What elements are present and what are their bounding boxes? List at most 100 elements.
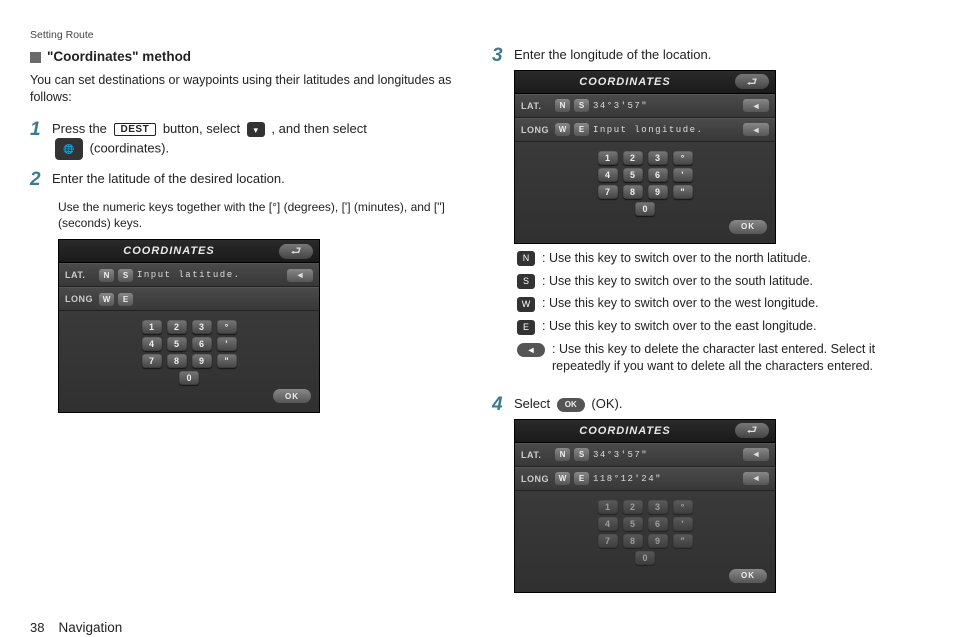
keypad-key-'[interactable]: ' <box>217 337 237 351</box>
keypad-key-0[interactable]: 0 <box>635 551 655 565</box>
device-screen-ok: COORDINATES ⮐ LAT. N S 34°3'57" ◄ LONG <box>514 419 776 593</box>
breadcrumb: Setting Route <box>30 28 924 42</box>
keypad-key-6[interactable]: 6 <box>192 337 212 351</box>
east-key[interactable]: E <box>574 472 589 485</box>
legend-text: : Use this key to switch over to the eas… <box>542 318 924 335</box>
keypad: 123 ° 456 ' 789 " 0 OK <box>59 311 319 412</box>
keypad-key-°[interactable]: ° <box>673 500 693 514</box>
left-column: "Coordinates" method You can set destina… <box>30 46 462 608</box>
ok-button[interactable]: OK <box>729 220 767 234</box>
legend-key-W: W <box>517 297 535 312</box>
footer-section: Navigation <box>58 619 122 637</box>
ok-button[interactable]: OK <box>729 569 767 583</box>
intro-text: You can set destinations or waypoints us… <box>30 72 462 106</box>
west-key[interactable]: W <box>99 293 114 306</box>
step-number: 4 <box>492 395 514 599</box>
keypad-key-5[interactable]: 5 <box>167 337 187 351</box>
legend-text: : Use this key to switch over to the wes… <box>542 295 924 312</box>
keypad-key-0[interactable]: 0 <box>635 202 655 216</box>
keypad: 123 ° 456 ' 789 " 0 OK <box>515 142 775 243</box>
keypad-key-0[interactable]: 0 <box>179 371 199 385</box>
keypad-key-"[interactable]: " <box>673 534 693 548</box>
keypad-key-9[interactable]: 9 <box>648 534 668 548</box>
step-4-text: Select OK (OK). <box>514 395 924 413</box>
north-key[interactable]: N <box>555 448 570 461</box>
two-column-layout: "Coordinates" method You can set destina… <box>30 46 924 608</box>
keypad-key-1[interactable]: 1 <box>598 500 618 514</box>
keypad-key-5[interactable]: 5 <box>623 517 643 531</box>
keypad-key-2[interactable]: 2 <box>623 500 643 514</box>
keypad: 123 ° 456 ' 789 " 0 OK <box>515 491 775 592</box>
east-key[interactable]: E <box>574 123 589 136</box>
keypad-key-"[interactable]: " <box>673 185 693 199</box>
legend-text: : Use this key to switch over to the nor… <box>542 250 924 267</box>
delete-key[interactable]: ◄ <box>743 448 769 461</box>
screen-title: COORDINATES <box>515 425 735 437</box>
keypad-key-'[interactable]: ' <box>673 168 693 182</box>
step-3: 3 Enter the longitude of the location. C… <box>492 46 924 385</box>
lat-row: LAT. N S Input latitude. ◄ <box>59 263 319 287</box>
keypad-key-7[interactable]: 7 <box>598 534 618 548</box>
footer: 38 Navigation <box>30 609 924 637</box>
keypad-key-°[interactable]: ° <box>673 151 693 165</box>
lat-value: 34°3'57" <box>593 101 739 111</box>
legend-key-E: E <box>517 320 535 335</box>
south-key[interactable]: S <box>574 448 589 461</box>
screen-title: COORDINATES <box>515 76 735 88</box>
east-key[interactable]: E <box>118 293 133 306</box>
delete-key[interactable]: ◄ <box>743 123 769 136</box>
device-screen-latitude: COORDINATES ⮐ LAT. N S Input latitude. ◄… <box>58 239 320 413</box>
delete-key[interactable]: ◄ <box>287 269 313 282</box>
legend-key-◄: ◄ <box>517 343 545 357</box>
keypad-key-3[interactable]: 3 <box>648 500 668 514</box>
north-key[interactable]: N <box>555 99 570 112</box>
north-key[interactable]: N <box>99 269 114 282</box>
keypad-key-8[interactable]: 8 <box>167 354 187 368</box>
step-1: 1 Press the DEST button, select ▾ , and … <box>30 120 462 160</box>
legend-text: : Use this key to delete the character l… <box>552 341 924 375</box>
ok-button[interactable]: OK <box>273 389 311 403</box>
device-screen-longitude: COORDINATES ⮐ LAT. N S 34°3'57" ◄ LONG <box>514 70 776 244</box>
step-2-text: Enter the latitude of the desired locati… <box>52 170 462 188</box>
south-key[interactable]: S <box>574 99 589 112</box>
west-key[interactable]: W <box>555 123 570 136</box>
south-key[interactable]: S <box>118 269 133 282</box>
back-button[interactable]: ⮐ <box>735 74 769 89</box>
keypad-key-'[interactable]: ' <box>673 517 693 531</box>
keypad-key-3[interactable]: 3 <box>648 151 668 165</box>
keypad-key-°[interactable]: ° <box>217 320 237 334</box>
step-number: 1 <box>30 120 52 160</box>
west-key[interactable]: W <box>555 472 570 485</box>
keypad-key-1[interactable]: 1 <box>142 320 162 334</box>
keypad-key-"[interactable]: " <box>217 354 237 368</box>
delete-key[interactable]: ◄ <box>743 472 769 485</box>
keypad-key-4[interactable]: 4 <box>142 337 162 351</box>
delete-key[interactable]: ◄ <box>743 99 769 112</box>
keypad-key-7[interactable]: 7 <box>142 354 162 368</box>
right-column: 3 Enter the longitude of the location. C… <box>492 46 924 608</box>
keypad-key-4[interactable]: 4 <box>598 168 618 182</box>
dest-button-icon: DEST <box>114 123 157 136</box>
back-button[interactable]: ⮐ <box>735 423 769 438</box>
keypad-key-5[interactable]: 5 <box>623 168 643 182</box>
legend-text: : Use this key to switch over to the sou… <box>542 273 924 290</box>
keypad-key-1[interactable]: 1 <box>598 151 618 165</box>
step-2-subtext: Use the numeric keys together with the [… <box>58 199 462 231</box>
long-value: Input longitude. <box>593 125 739 135</box>
keypad-key-7[interactable]: 7 <box>598 185 618 199</box>
keypad-key-2[interactable]: 2 <box>623 151 643 165</box>
keypad-key-8[interactable]: 8 <box>623 534 643 548</box>
keypad-key-4[interactable]: 4 <box>598 517 618 531</box>
keypad-key-9[interactable]: 9 <box>648 185 668 199</box>
legend-key-N: N <box>517 251 535 266</box>
keypad-key-2[interactable]: 2 <box>167 320 187 334</box>
step-number: 3 <box>492 46 514 385</box>
lat-value: 34°3'57" <box>593 450 739 460</box>
keypad-key-6[interactable]: 6 <box>648 168 668 182</box>
back-button[interactable]: ⮐ <box>279 244 313 259</box>
keypad-key-8[interactable]: 8 <box>623 185 643 199</box>
keypad-key-3[interactable]: 3 <box>192 320 212 334</box>
keypad-key-9[interactable]: 9 <box>192 354 212 368</box>
keypad-key-6[interactable]: 6 <box>648 517 668 531</box>
ok-pill-icon: OK <box>557 398 585 412</box>
